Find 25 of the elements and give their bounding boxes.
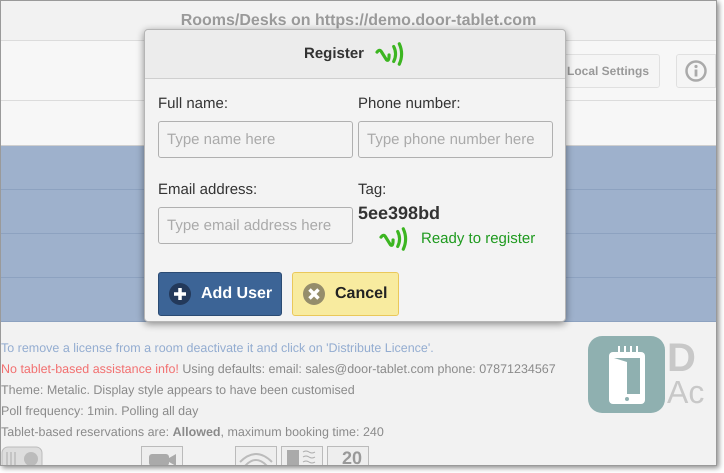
- tag-value: 5ee398bd: [358, 202, 442, 224]
- text-field[interactable]: Type phone number here: [358, 121, 553, 158]
- info-text: To remove a license from a room deactivate it and click on 'Distribute Licence'.: [1, 340, 435, 357]
- dialog-title: Register: [304, 44, 364, 64]
- text-field[interactable]: Type name here: [158, 121, 353, 158]
- field-label: Email address:: [158, 180, 258, 200]
- projector-icon: [1, 446, 43, 465]
- info-text: No tablet-based assistance info! Using defaults: email: sales@door-tablet.com phone: 07871234567: [1, 361, 556, 378]
- field-label: Full name:: [158, 94, 230, 114]
- info-button[interactable]: [676, 54, 716, 88]
- field-label: Phone number:: [358, 94, 462, 114]
- field-label: Tag:: [358, 180, 388, 200]
- info-text: Theme: Metalic. Display style appears to have been customised: [1, 382, 356, 399]
- info-text: Poll frequency: 1min. Polling all day: [1, 403, 200, 420]
- plus-icon: [169, 283, 191, 305]
- info-icon: [685, 60, 707, 82]
- info-text: Tablet-based reservations are: Allowed, maximum booking time: 240: [1, 424, 385, 441]
- status-text: Ready to register: [421, 228, 536, 249]
- text-field[interactable]: Type email address here: [158, 207, 353, 244]
- close-icon: [303, 283, 325, 305]
- app-logo-icon: [588, 336, 665, 413]
- window-title: Rooms/Desks on https://demo.door-tablet.com: [180, 10, 536, 30]
- add-user-button[interactable]: Add User: [158, 272, 282, 316]
- capacity-count: 20: [342, 447, 362, 465]
- cancel-button[interactable]: Cancel: [292, 272, 399, 316]
